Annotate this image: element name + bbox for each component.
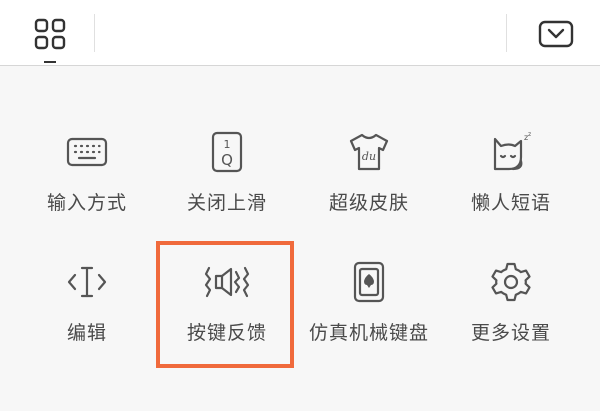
tile-label: 编辑 [66,322,107,344]
svg-text:1: 1 [224,138,231,151]
menu-button[interactable] [22,8,78,60]
tile-label: 懒人短语 [470,192,551,214]
grid-icon [34,18,66,50]
divider [94,14,95,52]
keyboard-icon [63,128,111,176]
tile-label: 更多设置 [470,322,551,344]
tile-close-swipe-up[interactable]: 1 Q 关闭上滑 [156,128,298,228]
tile-key-feedback[interactable]: 按键反馈 [156,258,298,358]
divider [506,14,507,52]
svg-text:Q: Q [221,151,233,169]
tile-label: 按键反馈 [186,322,267,344]
tile-label: 仿真机械键盘 [308,322,429,344]
tile-super-skin[interactable]: du 超级皮肤 [298,128,440,228]
tile-label: 超级皮肤 [328,192,409,214]
tile-edit[interactable]: 编辑 [16,258,158,358]
tile-label: 关闭上滑 [186,192,267,214]
tile-mechanical-keyboard[interactable]: 仿真机械键盘 [298,258,440,358]
tile-label: 输入方式 [46,192,127,214]
sleeping-cat-icon: z z [487,128,535,176]
gear-icon [487,258,535,306]
tile-more-settings[interactable]: 更多设置 [440,258,582,358]
svg-text:du: du [362,150,376,163]
svg-text:z: z [528,131,531,138]
tshirt-du-icon: du [345,128,393,176]
active-indicator [44,61,56,63]
toolbar [0,0,600,66]
chevron-down-icon [538,20,574,48]
collapse-keyboard-button[interactable] [530,12,582,56]
mechanical-key-icon [345,258,393,306]
speaker-vibrate-icon [203,258,251,306]
tile-input-method[interactable]: 输入方式 [16,128,158,228]
tile-lazy-phrases[interactable]: z z 懒人短语 [440,128,582,228]
key-1q-icon: 1 Q [203,128,251,176]
text-cursor-icon [63,258,111,306]
function-panel: 输入方式 1 Q 关闭上滑 du 超级皮肤 z z 懒人短语 编辑 按键反馈 仿… [0,66,600,411]
